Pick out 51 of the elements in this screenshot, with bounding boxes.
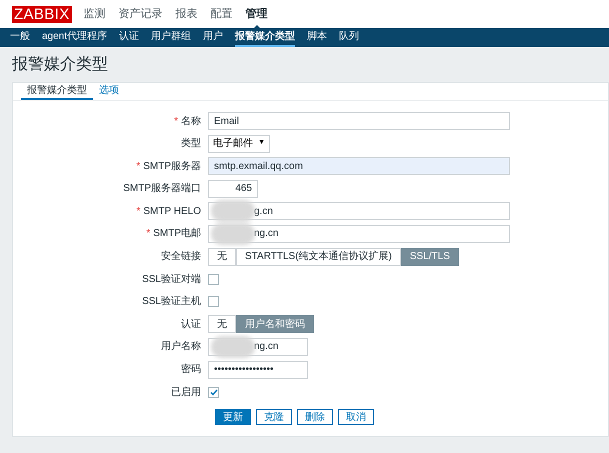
tab[interactable]: 报警媒介类型 xyxy=(21,83,93,100)
field-label: SMTP电邮 xyxy=(153,226,201,242)
text-field[interactable]: 465 xyxy=(208,180,258,198)
submenu-item[interactable]: 队列 xyxy=(339,28,360,47)
main-menu-item[interactable]: 配置 xyxy=(210,6,233,22)
required-mark: * xyxy=(174,114,178,128)
submenu-item[interactable]: 一般 xyxy=(10,28,30,47)
segment-option[interactable]: 无 xyxy=(208,315,236,334)
required-mark: * xyxy=(136,160,140,174)
text-field[interactable]: ••••••••••••••••• xyxy=(208,360,308,379)
field-label: SMTP HELO xyxy=(143,204,201,219)
field-label: 认证 xyxy=(181,318,201,332)
field-label: SSL验证主机 xyxy=(142,294,201,310)
field-label: 类型 xyxy=(181,136,201,152)
field-label: 安全链接 xyxy=(161,250,201,264)
form-button[interactable]: 取消 xyxy=(338,408,374,425)
field-label: SMTP服务器 xyxy=(143,160,201,174)
submenu-item[interactable]: 脚本 xyxy=(307,28,328,47)
text-field[interactable]: Email xyxy=(208,112,510,130)
text-field[interactable]: smtp.exmail.qq.com xyxy=(208,157,510,176)
checkbox[interactable] xyxy=(208,386,219,398)
field-label: SSL验证对端 xyxy=(142,272,201,287)
text-field[interactable]: g.cn xyxy=(208,202,510,220)
check-icon xyxy=(210,388,218,396)
submenu-item[interactable]: agent代理程序 xyxy=(42,28,108,47)
main-menu-item[interactable]: 资产记录 xyxy=(118,6,163,22)
submenu-item[interactable]: 用户 xyxy=(203,28,224,47)
field-label: 密码 xyxy=(181,362,201,378)
form-button[interactable]: 更新 xyxy=(215,408,251,425)
submenu-item[interactable]: 报警媒介类型 xyxy=(235,28,296,47)
main-menu-item[interactable]: 报表 xyxy=(176,6,198,22)
form-button[interactable]: 删除 xyxy=(297,408,333,425)
field-label: 用户名称 xyxy=(161,340,201,354)
checkbox[interactable] xyxy=(208,296,219,308)
page-title: 报警媒介类型 xyxy=(12,54,108,74)
segment-option[interactable]: STARTTLS(纯文本通信协议扩展) xyxy=(236,248,401,266)
field-label: 已启用 xyxy=(171,386,201,400)
checkbox[interactable] xyxy=(208,274,219,285)
submenu-item[interactable]: 认证 xyxy=(119,28,140,47)
logo[interactable]: ZABBIX xyxy=(12,6,72,22)
tab[interactable]: 选项 xyxy=(93,83,125,100)
field-label: SMTP服务器端口 xyxy=(123,182,201,196)
text-field[interactable]: ng.cn xyxy=(208,224,510,243)
submenu-item[interactable]: 用户群组 xyxy=(151,28,192,47)
field-label: 名称 xyxy=(181,114,201,128)
form-button[interactable]: 克隆 xyxy=(256,408,292,425)
segment-option[interactable]: 无 xyxy=(208,248,236,266)
required-mark: * xyxy=(136,204,140,219)
required-mark: * xyxy=(146,227,150,242)
main-menu-item[interactable]: 监测 xyxy=(84,6,106,22)
text-field[interactable]: ng.cn xyxy=(208,338,308,356)
